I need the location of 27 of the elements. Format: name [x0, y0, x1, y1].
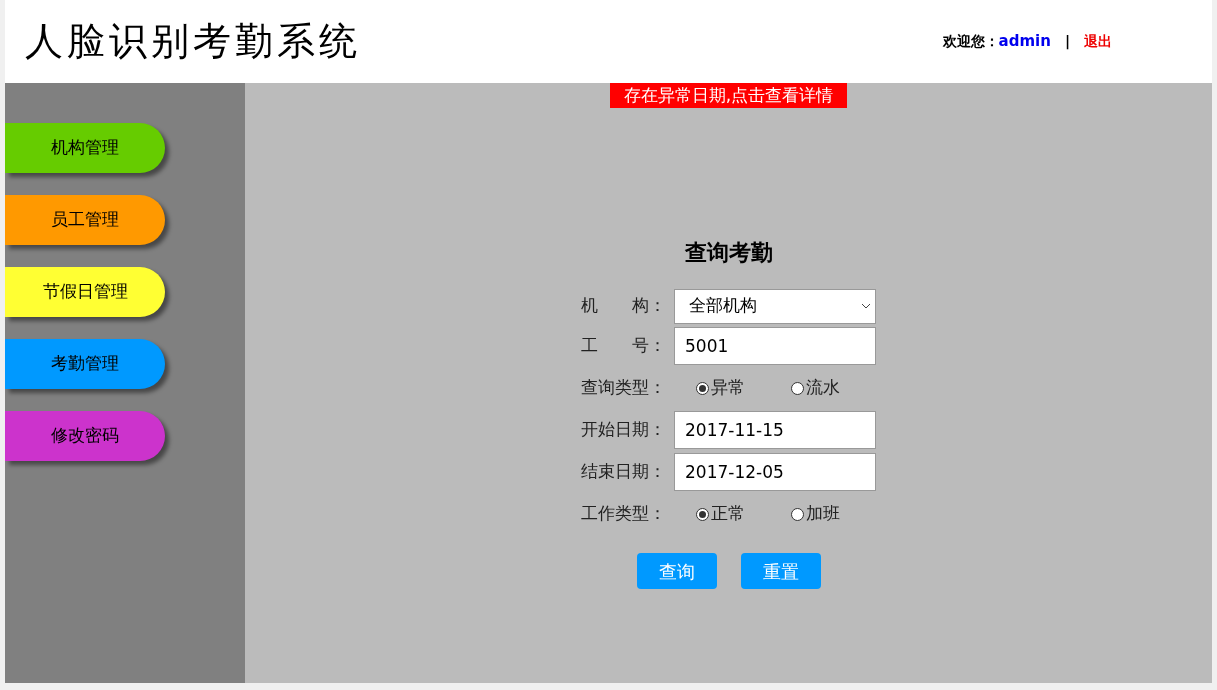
sidebar-item[interactable]: 员工管理 — [5, 195, 165, 245]
sidebar-item[interactable]: 节假日管理 — [5, 267, 165, 317]
organization-select[interactable]: 全部机构 — [674, 288, 876, 324]
field-label: 结束日期： — [581, 460, 667, 484]
username-link[interactable]: admin — [998, 30, 1051, 53]
input-field[interactable]: 2017-12-05 — [674, 453, 876, 491]
radio-option[interactable]: 流水 — [791, 375, 846, 401]
logout-link[interactable]: 退出 — [1084, 31, 1112, 52]
input-field[interactable]: 2017-11-15 — [674, 411, 876, 449]
field-label: 工作类型： — [581, 502, 667, 526]
radio-option[interactable]: 正常 — [696, 501, 751, 527]
radio-option[interactable]: 加班 — [791, 501, 846, 527]
sidebar-item[interactable]: 机构管理 — [5, 123, 165, 173]
welcome-text: 欢迎您： — [942, 32, 999, 51]
separator: | — [1064, 32, 1070, 52]
sidebar-item[interactable]: 考勤管理 — [5, 339, 165, 389]
alert-banner[interactable]: 存在异常日期,点击查看详情 — [609, 83, 848, 108]
input-field[interactable]: 5001 — [674, 327, 876, 365]
form-title: 查询考勤 — [684, 239, 773, 267]
field-label: 工 号： — [581, 334, 667, 358]
sidebar-item[interactable]: 修改密码 — [5, 411, 165, 461]
chevron-down-icon — [861, 303, 871, 309]
field-label: 机 构： — [581, 294, 667, 318]
field-label: 开始日期： — [581, 418, 667, 442]
field-label: 查询类型： — [581, 376, 667, 400]
app-title: 人脸识别考勤系统 — [25, 18, 361, 65]
radio-option[interactable]: 异常 — [696, 375, 751, 401]
